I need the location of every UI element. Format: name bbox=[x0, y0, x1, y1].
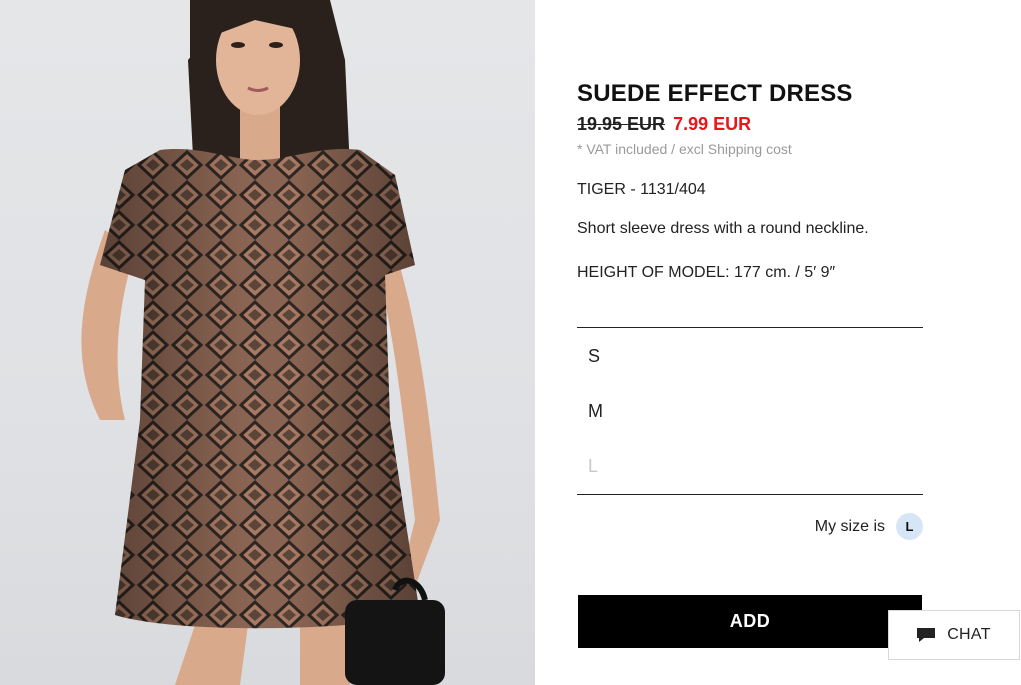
price-row: 19.95 EUR 7.99 EUR bbox=[577, 114, 751, 135]
vat-note: * VAT included / excl Shipping cost bbox=[577, 141, 792, 157]
color-reference: TIGER - 1131/404 bbox=[577, 181, 706, 198]
size-option-l-unavailable: L bbox=[588, 456, 599, 476]
size-option-m[interactable]: M bbox=[588, 401, 603, 422]
my-size-row[interactable]: My size is L bbox=[577, 511, 923, 541]
model-height: HEIGHT OF MODEL: 177 cm. / 5′ 9″ bbox=[577, 264, 836, 281]
add-to-cart-button[interactable]: ADD bbox=[578, 595, 922, 648]
my-size-label: My size is bbox=[814, 518, 885, 535]
product-image bbox=[0, 0, 535, 685]
speech-bubble-icon bbox=[917, 628, 936, 642]
product-description: Short sleeve dress with a round neckline… bbox=[577, 220, 869, 237]
chat-button[interactable]: CHAT bbox=[888, 610, 1020, 660]
chat-label: CHAT bbox=[947, 626, 991, 643]
size-selector: S M L bbox=[577, 327, 923, 495]
original-price: 19.95 EUR bbox=[577, 114, 666, 134]
product-title: SUEDE EFFECT DRESS bbox=[577, 80, 853, 107]
size-option-s[interactable]: S bbox=[588, 346, 600, 367]
my-size-badge[interactable]: L bbox=[896, 513, 923, 540]
sale-price: 7.99 EUR bbox=[673, 114, 752, 134]
